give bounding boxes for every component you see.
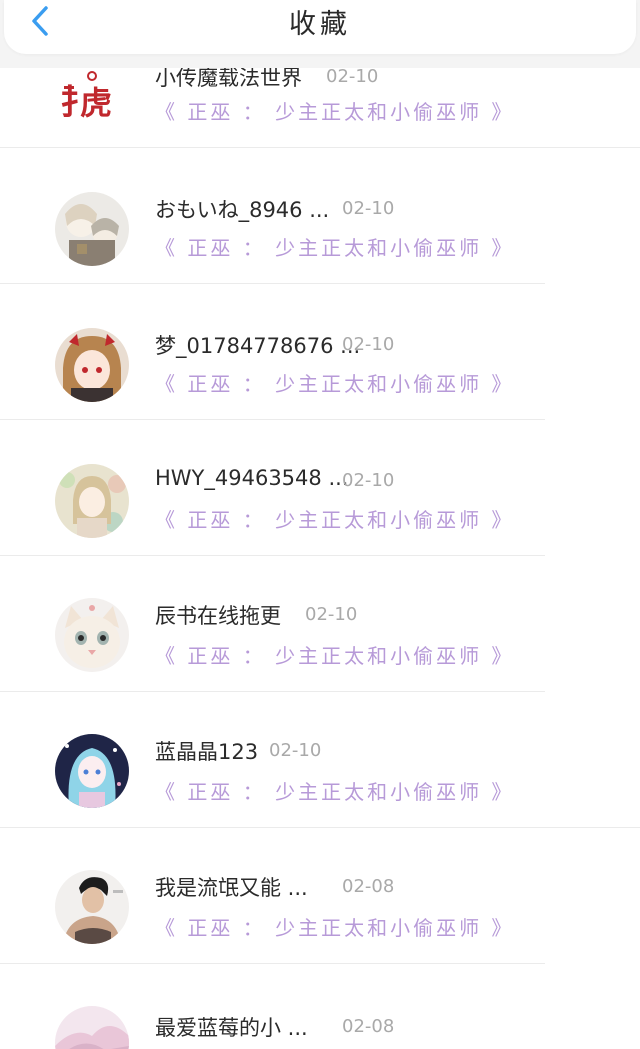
book-title-link[interactable]: 《 正巫 ： 少主正太和小偷巫师 》 bbox=[155, 912, 514, 941]
username[interactable]: HWY_49463548 ... bbox=[155, 466, 348, 490]
book-title-link[interactable]: 《 正巫 ： 少主正太和小偷巫师 》 bbox=[155, 504, 514, 533]
list-item[interactable]: 最爱蓝莓的小 ... 02-08 bbox=[0, 964, 640, 1049]
username-line: 辰书在线拖更 bbox=[155, 600, 281, 630]
page-title: 收藏 bbox=[289, 9, 351, 40]
username[interactable]: おもいね_8946 ... bbox=[155, 194, 329, 224]
username-line: 最爱蓝莓的小 ... bbox=[155, 1012, 308, 1042]
username[interactable]: 辰书在线拖更 bbox=[155, 600, 281, 630]
user-avatar-logo[interactable]: 扌 虎 bbox=[58, 62, 116, 132]
username-line: おもいね_8946 ... bbox=[155, 194, 329, 224]
list-item[interactable]: おもいね_8946 ... 02-10 《 正巫 ： 少主正太和小偷巫师 》 bbox=[0, 148, 640, 284]
user-avatar[interactable] bbox=[55, 192, 129, 266]
user-avatar-cat[interactable] bbox=[55, 598, 129, 672]
username[interactable]: 梦_01784778676 ... bbox=[155, 330, 360, 360]
date-label: 02-08 bbox=[342, 1016, 395, 1037]
list-item[interactable]: 梦_01784778676 ... 02-10 《 正巫 ： 少主正太和小偷巫师… bbox=[0, 284, 640, 420]
list-item[interactable]: HWY_49463548 ... 02-10 《 正巫 ： 少主正太和小偷巫师 … bbox=[0, 420, 640, 556]
book-title-link[interactable]: 《 正巫 ： 少主正太和小偷巫师 》 bbox=[155, 640, 514, 669]
list-item[interactable]: 蓝晶晶123 02-10 《 正巫 ： 少主正太和小偷巫师 》 bbox=[0, 692, 640, 828]
username-line: 梦_01784778676 ... bbox=[155, 330, 360, 360]
list-item[interactable]: 辰书在线拖更 02-10 《 正巫 ： 少主正太和小偷巫师 》 bbox=[0, 556, 640, 692]
date-label: 02-10 bbox=[326, 66, 379, 87]
user-avatar-person[interactable] bbox=[55, 870, 129, 944]
user-avatar[interactable] bbox=[55, 734, 129, 808]
username-line: 我是流氓又能 ... bbox=[155, 872, 308, 902]
username[interactable]: 最爱蓝莓的小 ... bbox=[155, 1012, 308, 1042]
top-bar: 收藏 bbox=[0, 0, 640, 68]
user-avatar[interactable] bbox=[55, 328, 129, 402]
date-label: 02-10 bbox=[342, 198, 395, 219]
username-line: 蓝晶晶123 bbox=[155, 736, 258, 766]
date-label: 02-10 bbox=[269, 740, 322, 761]
date-label: 02-10 bbox=[305, 604, 358, 625]
list-item[interactable]: 我是流氓又能 ... 02-08 《 正巫 ： 少主正太和小偷巫师 》 bbox=[0, 828, 640, 964]
date-label: 02-10 bbox=[342, 470, 395, 491]
username[interactable]: 我是流氓又能 ... bbox=[155, 872, 308, 902]
book-title-link[interactable]: 《 正巫 ： 少主正太和小偷巫师 》 bbox=[155, 96, 514, 125]
user-avatar[interactable] bbox=[55, 1006, 129, 1049]
user-avatar[interactable] bbox=[55, 464, 129, 538]
username[interactable]: 蓝晶晶123 bbox=[155, 736, 258, 766]
svg-text:虎: 虎 bbox=[80, 84, 112, 122]
book-title-link[interactable]: 《 正巫 ： 少主正太和小偷巫师 》 bbox=[155, 232, 514, 261]
username-line: HWY_49463548 ... bbox=[155, 466, 348, 490]
date-label: 02-10 bbox=[342, 334, 395, 355]
date-label: 02-08 bbox=[342, 876, 395, 897]
book-title-link[interactable]: 《 正巫 ： 少主正太和小偷巫师 》 bbox=[155, 776, 514, 805]
header-card: 收藏 bbox=[4, 0, 636, 54]
book-title-link[interactable]: 《 正巫 ： 少主正太和小偷巫师 》 bbox=[155, 368, 514, 397]
favorites-page: 扌 虎 小传魔载法世界 02-10 《 正巫 ： 少主正太和小偷巫师 》 おもい… bbox=[0, 0, 640, 1049]
